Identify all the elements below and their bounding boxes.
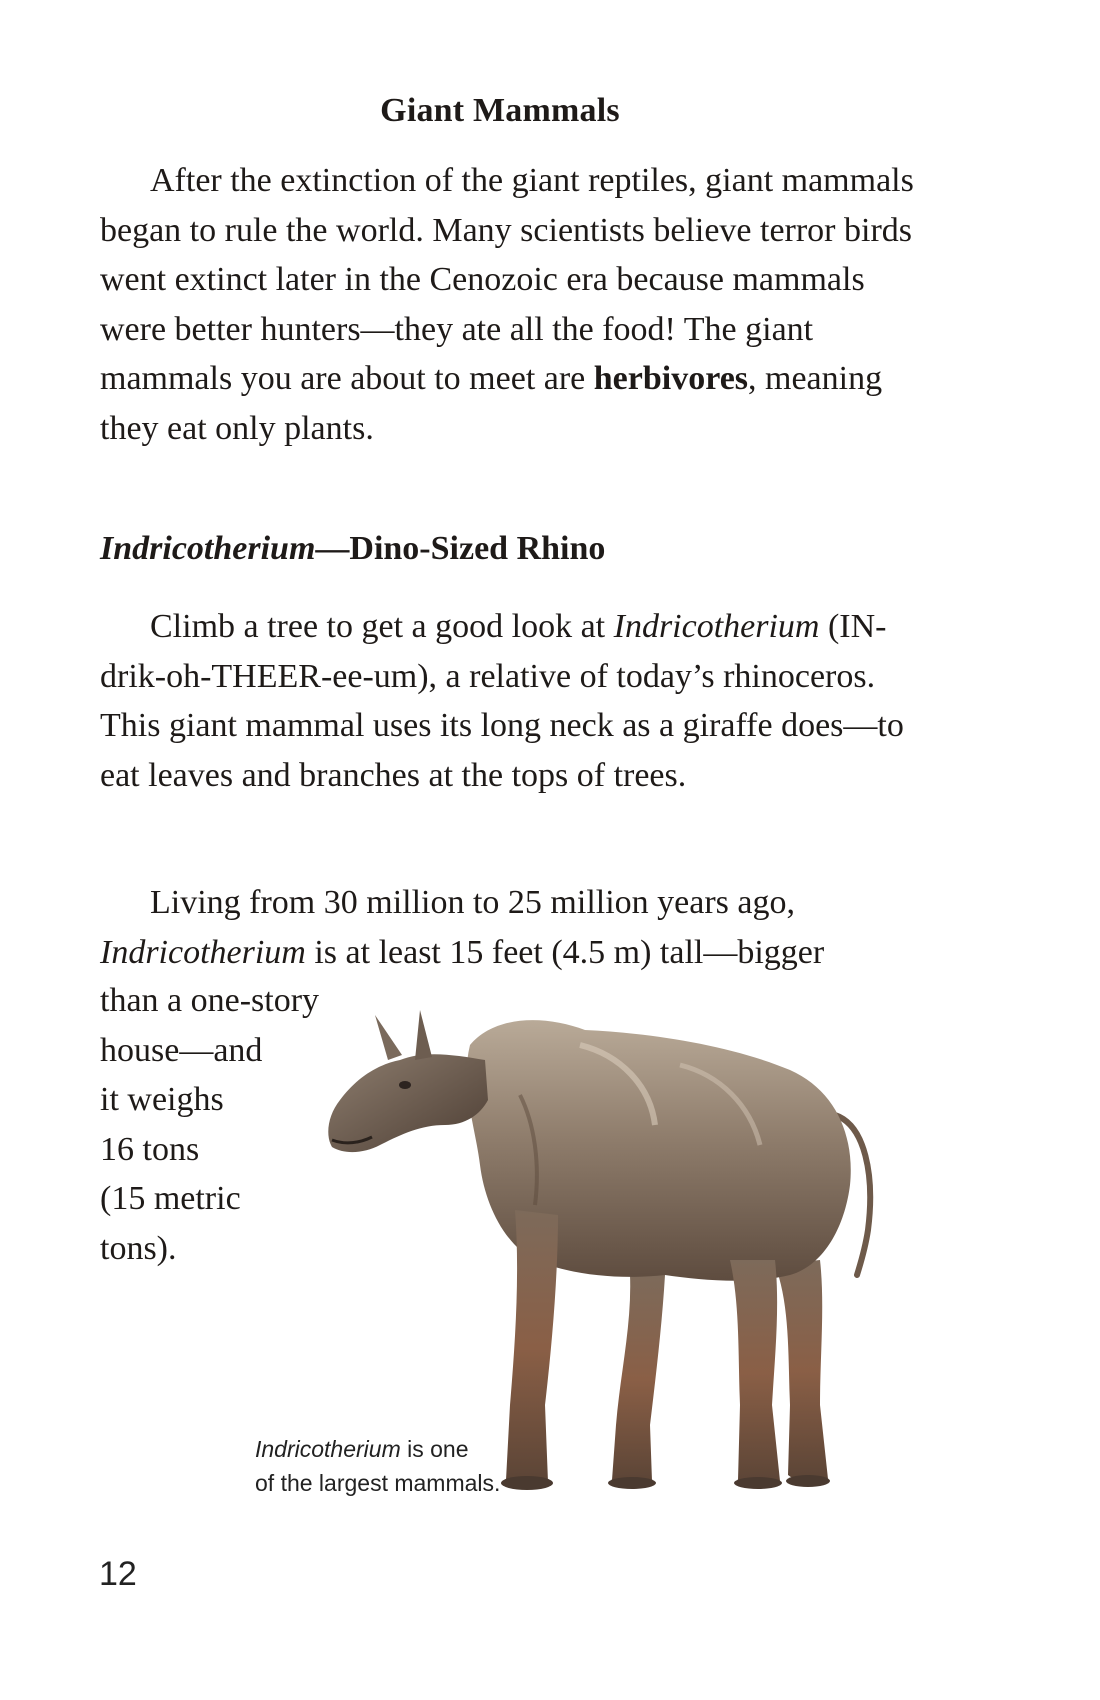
page-number: 12 — [99, 1555, 137, 1593]
book-page: Giant Mammals After the extinction of th… — [0, 0, 1100, 1700]
intro-paragraph: After the extinction of the giant reptil… — [100, 156, 920, 453]
caption-italic: Indricotherium — [255, 1436, 401, 1462]
caption-line-1: is one — [400, 1436, 469, 1462]
caption-line-2: of the largest mammals. — [255, 1470, 501, 1496]
para2-italic: Indricotherium — [100, 933, 306, 971]
para2-line-2: is at least 15 feet (4.5 m) tall—bigger — [305, 933, 825, 971]
section-heading-rest: —Dino-Sized Rhino — [315, 530, 606, 567]
section-heading-italic: Indricotherium — [100, 530, 316, 567]
para2-line-1: Living from 30 million to 25 million yea… — [150, 884, 795, 921]
glossary-term: herbivores — [593, 360, 749, 397]
page-title: Giant Mammals — [380, 92, 620, 129]
section-paragraph-1: Climb a tree to get a good look at Indri… — [100, 602, 920, 800]
section-heading: Indricotherium—Dino-Sized Rhino — [100, 530, 605, 568]
image-caption: Indricotherium is one of the largest mam… — [255, 1432, 500, 1500]
section-paragraph-2: Living from 30 million to 25 million yea… — [100, 878, 920, 977]
para1-italic: Indricotherium — [613, 608, 820, 645]
para1-text-1: Climb a tree to get a good look at — [150, 608, 614, 645]
